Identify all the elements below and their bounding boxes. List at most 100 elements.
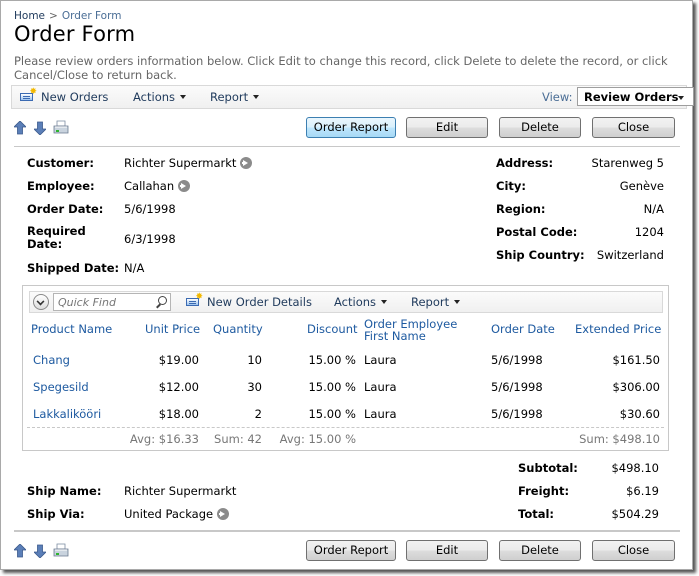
collapse-icon[interactable] bbox=[33, 294, 49, 310]
customer-name: Richter Supermarkt bbox=[124, 156, 237, 170]
cell-employee: Laura bbox=[364, 353, 397, 367]
postal-code-label: Postal Code: bbox=[496, 225, 578, 239]
page-description: Please review orders information below. … bbox=[14, 54, 668, 82]
new-record-icon: ✸ bbox=[20, 88, 37, 102]
view-select[interactable]: Review Orders bbox=[577, 87, 694, 106]
column-header-quantity[interactable]: Quantity bbox=[213, 323, 263, 335]
new-orders-button[interactable]: ✸ New Orders bbox=[20, 88, 108, 104]
required-date-label-line2: Date: bbox=[27, 237, 63, 251]
quick-find-box bbox=[53, 293, 171, 311]
cell-order-date: 5/6/1998 bbox=[491, 380, 543, 394]
employee-value: Callahan bbox=[124, 179, 191, 193]
report-menu[interactable]: Report bbox=[210, 90, 260, 104]
cell-quantity: 30 bbox=[247, 380, 262, 394]
ship-name-label: Ship Name: bbox=[27, 484, 102, 498]
cell-discount: 15.00 % bbox=[308, 407, 356, 421]
order-date-value: 5/6/1998 bbox=[124, 202, 176, 216]
breadcrumb-home[interactable]: Home bbox=[14, 10, 45, 22]
column-header-discount[interactable]: Discount bbox=[307, 323, 358, 335]
breadcrumb-separator: > bbox=[49, 10, 58, 22]
freight-value: $6.19 bbox=[626, 484, 659, 498]
aggregate-quantity: Sum: 42 bbox=[214, 432, 262, 446]
aggregate-discount: Avg: 15.00 % bbox=[279, 432, 356, 446]
chevron-down-icon bbox=[180, 95, 187, 99]
ship-via-name: United Package bbox=[124, 507, 214, 521]
shipped-date-label: Shipped Date: bbox=[27, 261, 120, 275]
page-title: Order Form bbox=[14, 22, 136, 46]
new-record-icon: ✸ bbox=[186, 293, 203, 307]
address-value: Starenweg 5 bbox=[591, 156, 664, 170]
cell-unit-price: $12.00 bbox=[158, 380, 199, 394]
ship-country-label: Ship Country: bbox=[496, 248, 585, 262]
new-order-details-button[interactable]: ✸ New Order Details bbox=[186, 293, 312, 309]
quick-find-input[interactable] bbox=[54, 294, 150, 310]
details-report-menu[interactable]: Report bbox=[411, 295, 461, 309]
search-icon[interactable] bbox=[155, 296, 167, 308]
details-actions-label: Actions bbox=[334, 295, 377, 309]
total-value: $504.29 bbox=[611, 507, 659, 521]
ship-via-label: Ship Via: bbox=[27, 507, 85, 521]
cell-discount: 15.00 % bbox=[308, 380, 356, 394]
actions-menu[interactable]: Actions bbox=[133, 90, 187, 104]
aggregate-divider bbox=[27, 427, 664, 428]
chevron-down-icon bbox=[253, 95, 260, 99]
arrow-down-icon[interactable] bbox=[34, 544, 46, 558]
arrow-down-icon[interactable] bbox=[34, 121, 46, 135]
main-toolbar: ✸ New Orders Actions Report View: Review … bbox=[11, 85, 694, 109]
order-report-button[interactable]: Order Report bbox=[306, 117, 396, 138]
column-header-extended-price[interactable]: Extended Price bbox=[575, 323, 661, 335]
order-date-label: Order Date: bbox=[27, 202, 104, 216]
postal-code-value: 1204 bbox=[634, 225, 664, 239]
details-report-label: Report bbox=[411, 295, 450, 309]
subtotal-value: $498.10 bbox=[611, 461, 659, 475]
aggregate-unit-price: Avg: $16.33 bbox=[129, 432, 199, 446]
close-button[interactable]: Close bbox=[592, 117, 675, 138]
cell-quantity: 10 bbox=[247, 353, 262, 367]
go-arrow-icon[interactable] bbox=[178, 180, 191, 192]
go-arrow-icon[interactable] bbox=[217, 508, 230, 520]
ship-country-value: Switzerland bbox=[596, 248, 664, 262]
close-button[interactable]: Close bbox=[592, 540, 675, 561]
cell-employee: Laura bbox=[364, 380, 397, 394]
arrow-up-icon[interactable] bbox=[14, 121, 26, 135]
shipped-date-value: N/A bbox=[124, 261, 145, 275]
edit-button[interactable]: Edit bbox=[406, 117, 488, 138]
arrow-up-icon[interactable] bbox=[14, 544, 26, 558]
column-header-order-employee[interactable]: Order Employee First Name bbox=[364, 318, 457, 342]
ship-via-value: United Package bbox=[124, 507, 230, 521]
cell-product[interactable]: Spegesild bbox=[33, 380, 89, 394]
subtotal-label: Subtotal: bbox=[518, 461, 578, 475]
printer-icon[interactable] bbox=[53, 120, 69, 136]
details-actions-menu[interactable]: Actions bbox=[334, 295, 388, 309]
chevron-down-icon bbox=[678, 96, 684, 100]
column-header-unit-price[interactable]: Unit Price bbox=[145, 323, 200, 335]
city-label: City: bbox=[496, 179, 526, 193]
printer-icon[interactable] bbox=[53, 543, 69, 559]
region-value: N/A bbox=[643, 202, 664, 216]
delete-button[interactable]: Delete bbox=[499, 117, 581, 138]
divider bbox=[14, 530, 680, 532]
cell-order-date: 5/6/1998 bbox=[491, 353, 543, 367]
order-report-button[interactable]: Order Report bbox=[306, 540, 396, 561]
cell-extended-price: $306.00 bbox=[612, 380, 660, 394]
customer-label: Customer: bbox=[27, 156, 94, 170]
bottom-action-bar: Order Report Edit Delete Close bbox=[14, 540, 677, 562]
cell-unit-price: $19.00 bbox=[158, 353, 199, 367]
cell-product[interactable]: Lakkalikööri bbox=[33, 407, 101, 421]
cell-product[interactable]: Chang bbox=[33, 353, 70, 367]
divider bbox=[14, 146, 680, 147]
required-date-value: 6/3/1998 bbox=[124, 232, 176, 246]
breadcrumb-current: Order Form bbox=[61, 10, 122, 22]
report-label: Report bbox=[210, 90, 249, 104]
column-header-order-date[interactable]: Order Date bbox=[491, 323, 555, 335]
column-header-product-name[interactable]: Product Name bbox=[31, 323, 112, 335]
freight-label: Freight: bbox=[518, 484, 570, 498]
top-action-bar: Order Report Edit Delete Close bbox=[14, 117, 677, 139]
new-order-details-label: New Order Details bbox=[207, 295, 312, 309]
total-label: Total: bbox=[518, 507, 555, 521]
required-date-label-line1: Required bbox=[27, 224, 86, 238]
go-arrow-icon[interactable] bbox=[240, 157, 253, 169]
city-value: Genève bbox=[619, 179, 664, 193]
delete-button[interactable]: Delete bbox=[499, 540, 581, 561]
edit-button[interactable]: Edit bbox=[406, 540, 488, 561]
